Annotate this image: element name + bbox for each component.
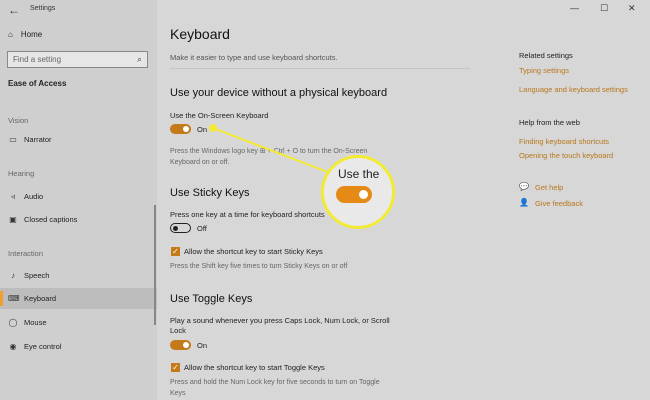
sticky-keys-label: Press one key at a time for keyboard sho…: [170, 210, 325, 219]
callout-toggle-zoomed: [336, 186, 372, 203]
get-help-icon: 💬: [519, 182, 529, 191]
eye-icon: ◉: [9, 342, 17, 351]
sidebar-item-keyboard[interactable]: ⌨ Keyboard: [0, 288, 157, 309]
sticky-keys-toggle[interactable]: [170, 223, 191, 233]
typing-settings-link[interactable]: Typing settings: [519, 66, 569, 75]
sidebar-item-label: Mouse: [24, 318, 47, 327]
sticky-keys-help: Press the Shift key five times to turn S…: [170, 263, 348, 270]
feedback-icon: 👤: [519, 198, 529, 207]
onscreen-keyboard-label: Use the On-Screen Keyboard: [170, 111, 269, 120]
section-heading-toggle-keys: Use Toggle Keys: [170, 293, 253, 305]
onscreen-keyboard-state: On: [197, 125, 208, 134]
sidebar-item-speech[interactable]: ♪ Speech: [0, 265, 157, 286]
toggle-keys-label-line1: Play a sound whenever you press Caps Loc…: [170, 316, 390, 325]
sticky-keys-checkbox-label: Allow the shortcut key to start Sticky K…: [184, 247, 323, 256]
sidebar-item-label: Keyboard: [24, 294, 57, 303]
narrator-icon: ▭: [9, 135, 17, 144]
sidebar-item-label: Speech: [24, 271, 50, 280]
page-title: Keyboard: [170, 26, 230, 42]
related-settings-heading: Related settings: [519, 51, 573, 60]
toggle-keys-toggle[interactable]: [170, 340, 191, 350]
microphone-icon: ♪: [11, 271, 15, 280]
onscreen-help-line2: Keyboard on or off.: [170, 159, 230, 166]
callout-marker-dot: [209, 124, 217, 132]
sidebar-item-audio[interactable]: ◃ Audio: [0, 186, 157, 207]
captions-icon: ▣: [9, 215, 17, 224]
mouse-icon: ◯: [8, 318, 18, 327]
section-heading-sticky-keys: Use Sticky Keys: [170, 187, 250, 199]
search-input[interactable]: Find a setting ⌕: [7, 51, 148, 68]
toggle-keys-help-line2: Keys: [170, 390, 186, 397]
search-icon[interactable]: ⌕: [137, 54, 142, 65]
help-from-web-heading: Help from the web: [519, 118, 580, 127]
home-link[interactable]: ⌂ Home: [8, 30, 42, 39]
sidebar-item-closed-captions[interactable]: ▣ Closed captions: [0, 209, 157, 230]
sidebar-item-mouse[interactable]: ◯ Mouse: [0, 312, 157, 333]
section-heading-onscreen: Use your device without a physical keybo…: [170, 87, 388, 99]
onscreen-keyboard-toggle[interactable]: [170, 124, 191, 134]
finding-shortcuts-link[interactable]: Finding keyboard shortcuts: [519, 137, 609, 146]
sidebar-section-title: Ease of Access: [8, 79, 67, 88]
onscreen-help-line1: Press the Windows logo key ⊞ + Ctrl + O …: [170, 148, 368, 155]
toggle-keys-help-line1: Press and hold the Num Lock key for five…: [170, 379, 380, 386]
toggle-keys-state: On: [197, 341, 208, 350]
keyboard-icon: ⌨: [8, 294, 20, 303]
toggle-keys-checkbox-label: Allow the shortcut key to start Toggle K…: [184, 363, 325, 372]
back-arrow-icon[interactable]: ←: [8, 3, 20, 17]
group-label-interaction: Interaction: [8, 249, 44, 258]
give-feedback-link[interactable]: Give feedback: [535, 199, 583, 208]
group-label-hearing: Hearing: [8, 169, 35, 178]
sticky-keys-state: Off: [197, 224, 207, 233]
sidebar-item-label: Audio: [24, 192, 44, 201]
callout-text: Use the: [338, 167, 380, 181]
touch-keyboard-link[interactable]: Opening the touch keyboard: [519, 151, 613, 160]
sticky-keys-shortcut-checkbox[interactable]: ✓: [171, 247, 180, 256]
sidebar-item-label: Closed captions: [24, 215, 78, 224]
close-button[interactable]: ✕: [628, 3, 636, 14]
speaker-icon: ◃: [10, 192, 15, 201]
page-subtitle: Make it easier to type and use keyboard …: [170, 53, 338, 62]
zoom-callout: Use the: [321, 155, 395, 229]
window-title: Settings: [30, 5, 56, 12]
group-label-vision: Vision: [8, 116, 29, 125]
home-label: Home: [20, 30, 43, 39]
sidebar-scrollbar[interactable]: [154, 205, 156, 325]
sidebar-item-narrator[interactable]: ▭ Narrator: [0, 129, 157, 150]
maximize-button[interactable]: ☐: [600, 3, 608, 14]
toggle-keys-shortcut-checkbox[interactable]: ✓: [171, 363, 180, 372]
divider: [170, 68, 470, 69]
sidebar-item-label: Narrator: [24, 135, 52, 144]
language-keyboard-settings-link[interactable]: Language and keyboard settings: [519, 85, 628, 94]
minimize-button[interactable]: —: [570, 3, 579, 13]
sidebar-item-eye-control[interactable]: ◉ Eye control: [0, 336, 157, 357]
search-placeholder: Find a setting: [13, 55, 62, 64]
toggle-keys-label-line2: Lock: [170, 326, 186, 335]
sidebar-item-label: Eye control: [24, 342, 62, 351]
active-indicator: [0, 291, 3, 306]
get-help-link[interactable]: Get help: [535, 183, 563, 192]
home-icon: ⌂: [8, 30, 13, 39]
